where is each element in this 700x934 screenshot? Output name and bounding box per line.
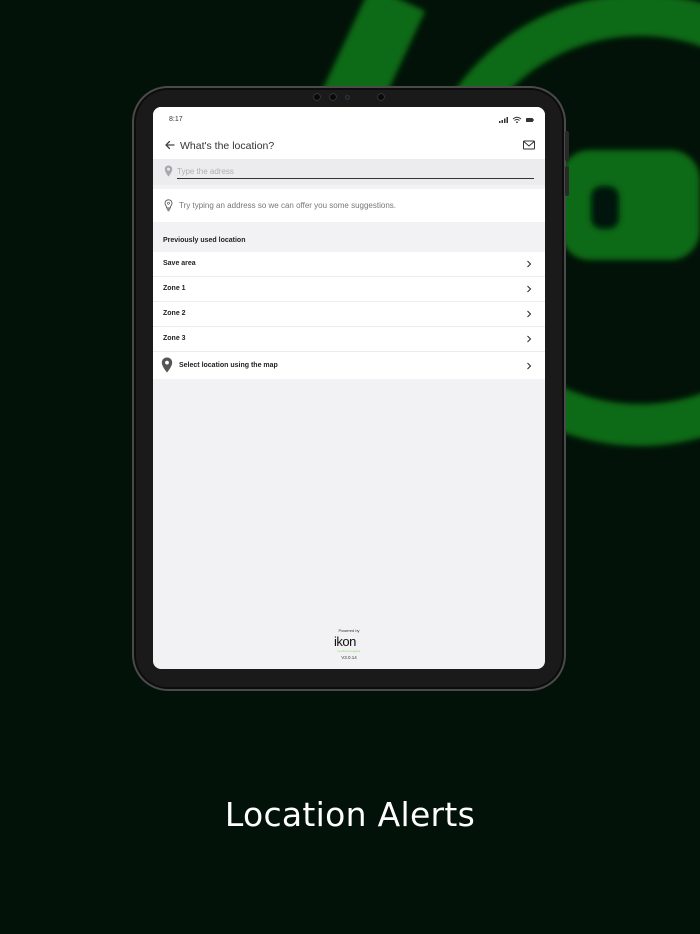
lightbulb-icon [164,199,173,212]
status-time: 8:17 [169,116,183,123]
status-bar: 8:17 [153,107,545,133]
version-text: V3.0.14 [341,655,357,660]
list-item-zone-3[interactable]: Zone 3 [153,327,545,352]
tablet-device-frame: 8:17 What's the location? Type the adres… [132,86,569,691]
list-item-save-area[interactable]: Save area [153,252,545,277]
chevron-right-icon [527,335,532,343]
list-item-label: Zone 1 [163,285,186,292]
chevron-right-icon [527,285,532,293]
volume-button [565,131,569,161]
list-item-zone-1[interactable]: Zone 1 [153,277,545,302]
volume-button [565,166,569,196]
search-input[interactable] [177,164,534,179]
camera-dot [313,93,321,101]
suggestion-panel: Try typing an address so we can offer yo… [153,189,545,222]
list-item-label: Zone 2 [163,310,186,317]
map-pin-icon [161,357,173,373]
brand-logo: ikon [334,634,364,649]
map-option-label: Select location using the map [179,362,278,369]
list-item-label: Save area [163,260,196,267]
search-bar [153,159,545,185]
suggestion-text: Try typing an address so we can offer yo… [179,201,397,210]
chevron-right-icon [527,362,532,370]
page-title: What's the location? [180,140,275,152]
mail-icon[interactable] [522,139,536,151]
arrow-left-icon[interactable] [163,138,177,152]
camera-lens [345,95,350,100]
battery-icon [526,118,534,122]
camera-dot [377,93,385,101]
camera-dot [329,93,337,101]
wifi-icon [512,116,522,124]
app-screen: 8:17 What's the location? Type the adres… [153,107,545,669]
section-title: Previously used location [163,237,246,244]
powered-by-text: Powered by [338,628,360,633]
list-item-label: Zone 3 [163,335,186,342]
chevron-right-icon [527,310,532,318]
list-item-zone-2[interactable]: Zone 2 [153,302,545,327]
status-icons [499,116,534,124]
app-header: What's the location? [153,133,545,159]
location-list: Save area Zone 1 Zone 2 Zone 3 Select lo… [153,252,545,379]
brand-name: ikon [334,634,356,649]
location-pin-icon [164,165,173,177]
signal-icon [499,117,508,123]
brand-subtitle: technologies [337,649,361,653]
promo-caption: Location Alerts [224,795,476,834]
select-on-map-item[interactable]: Select location using the map [153,352,545,379]
chevron-right-icon [527,260,532,268]
footer: Powered by ikon technologies V3.0.14 [153,627,545,663]
